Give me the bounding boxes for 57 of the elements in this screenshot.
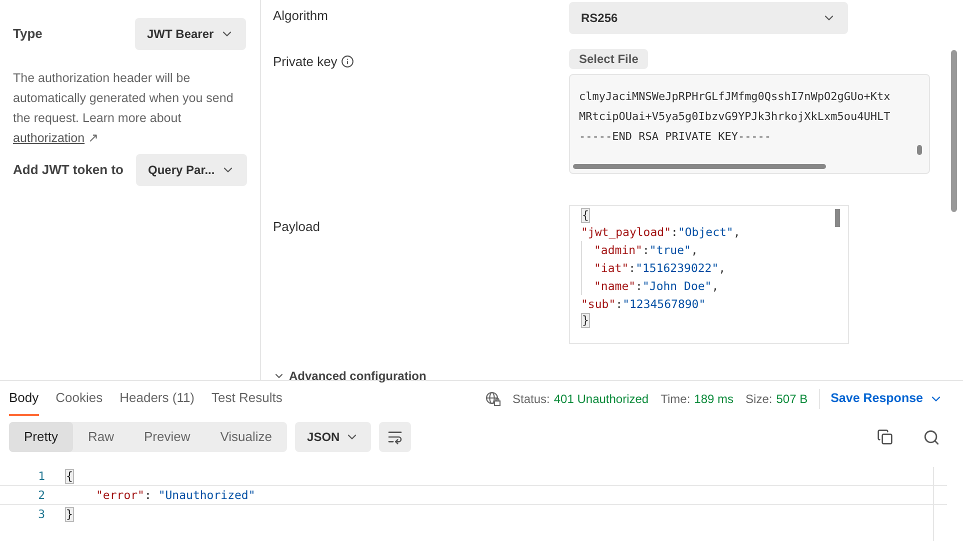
brace: { xyxy=(65,468,74,484)
advanced-configuration[interactable]: Advanced configuration xyxy=(289,367,426,385)
type-label: Type xyxy=(13,25,42,44)
auth-description: The authorization header will be automatically generated when you send the request. Learn more about authorization ↗ xyxy=(13,70,234,147)
code-line: "jwt_payload":"Object", xyxy=(581,224,742,241)
private-key-field[interactable]: clmyJaciMNSWeJpRPHrGLfJMfmg0QsshI7nWpO2gGUo+Ktx MRtcipOUai+V5ya5g0IbzvG9YPJk3hrkojXkLxm5ou4UHLT -----END RSA PRIVATE KEY----- xyxy=(569,74,930,174)
wrap-text-button[interactable] xyxy=(379,422,412,452)
status-value: 401 Unauthorized xyxy=(554,390,649,408)
line-number: 1 xyxy=(37,468,45,485)
search-icon[interactable] xyxy=(923,428,940,446)
algorithm-dropdown[interactable]: RS256 xyxy=(569,2,848,34)
view-mode-tab[interactable]: Visualize xyxy=(205,422,288,452)
code-line: "error": "Unauthorized" xyxy=(95,487,256,504)
key-line: -----END RSA PRIVATE KEY----- xyxy=(579,129,772,145)
wrap-text-icon xyxy=(387,429,404,445)
size-label: Size: xyxy=(746,390,772,408)
status-label: Status: xyxy=(512,390,550,408)
copy-icon[interactable] xyxy=(877,429,893,445)
horizontal-scrollbar[interactable] xyxy=(573,164,826,169)
add-token-dropdown[interactable]: Query Par... xyxy=(136,154,247,186)
page-scrollbar[interactable] xyxy=(951,50,957,212)
globe-lock-icon xyxy=(484,390,501,406)
vertical-scrollbar[interactable] xyxy=(917,145,922,155)
code-line: "name":"John Doe", xyxy=(593,278,720,295)
response-tab[interactable]: Test Results xyxy=(212,381,282,416)
response-tab[interactable]: Cookies xyxy=(56,381,103,416)
external-arrow-icon: ↗ xyxy=(88,131,100,145)
payload-editor[interactable]: { "jwt_payload":"Object", "admin":"true", "iat":"1516239022", "name":"John Doe", "sub":"1234567890" } xyxy=(569,205,849,344)
size-value: 507 B xyxy=(776,390,808,408)
view-mode-tab[interactable]: Pretty xyxy=(9,422,73,452)
private-key-label: Private key xyxy=(273,53,338,71)
type-dropdown[interactable]: JWT Bearer xyxy=(135,18,246,50)
close-brace: } xyxy=(581,313,590,328)
brace: } xyxy=(65,506,74,522)
payload-label: Payload xyxy=(273,218,321,236)
view-mode-tab[interactable]: Preview xyxy=(128,422,206,452)
time-label: Time: xyxy=(660,390,690,408)
response-tab[interactable]: Headers (11) xyxy=(120,381,195,416)
line-number: 3 xyxy=(37,506,45,523)
code-line: "iat":"1516239022", xyxy=(593,260,727,277)
code-line: "sub":"1234567890" xyxy=(581,296,707,313)
view-mode-tab[interactable]: Raw xyxy=(72,422,129,452)
open-brace: { xyxy=(581,208,590,223)
save-response-button[interactable]: Save Response xyxy=(830,389,943,408)
format-dropdown[interactable]: JSON xyxy=(295,422,372,452)
line-number: 2 xyxy=(37,487,45,504)
authorization-link[interactable]: authorization xyxy=(13,131,85,145)
time-value: 189 ms xyxy=(694,390,734,408)
add-token-label: Add JWT token to xyxy=(13,161,124,180)
vertical-scrollbar[interactable] xyxy=(835,209,840,227)
key-line: clmyJaciMNSWeJpRPHrGLfJMfmg0QsshI7nWpO2gGUo+Ktx xyxy=(579,89,892,105)
info-icon[interactable] xyxy=(341,55,354,68)
select-file-button[interactable]: Select File xyxy=(569,49,648,69)
key-line: MRtcipOUai+V5ya5g0IbzvG9YPJk3hrkojXkLxm5ou4UHLT xyxy=(579,109,892,125)
code-line: "admin":"true", xyxy=(593,242,699,259)
response-tab[interactable]: Body xyxy=(9,381,39,416)
algorithm-label: Algorithm xyxy=(273,7,329,25)
